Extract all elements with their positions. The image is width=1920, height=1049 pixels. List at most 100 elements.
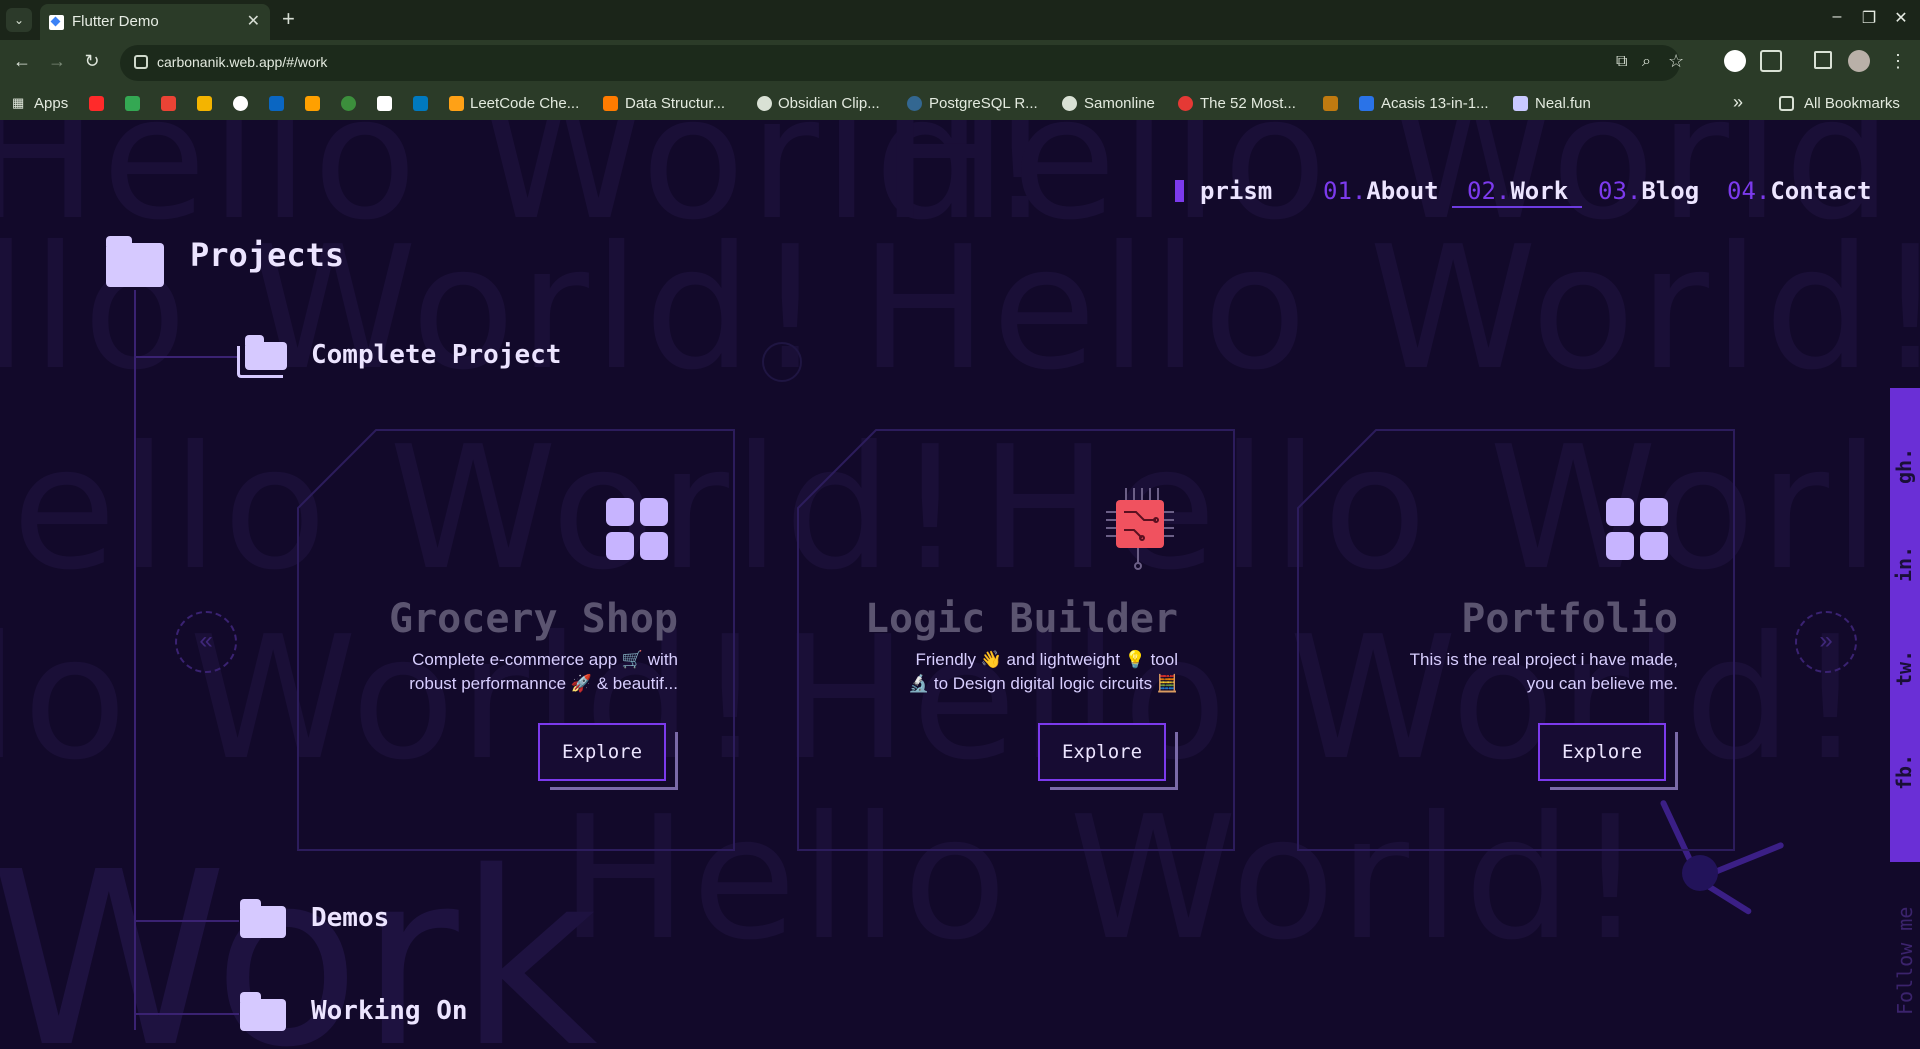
zoom-icon[interactable]: ⌕ bbox=[1642, 53, 1651, 71]
back-button[interactable]: ← bbox=[10, 51, 34, 72]
tab-close-icon[interactable]: ✕ bbox=[247, 11, 260, 31]
open-in-app-icon[interactable]: ⧉ bbox=[1616, 53, 1627, 71]
tree-item-complete-project[interactable]: Complete Project bbox=[311, 340, 561, 370]
tab-strip: ⌄ Flutter Demo ✕ + – ❐ ✕ bbox=[0, 0, 1920, 40]
url-text[interactable]: carbonanik.web.app/#/work bbox=[157, 54, 327, 70]
leetcode-crown-icon bbox=[449, 96, 464, 111]
nav-number: 02. bbox=[1467, 177, 1511, 205]
notion-icon[interactable] bbox=[377, 96, 392, 111]
side-panel-icon[interactable] bbox=[1814, 51, 1832, 69]
address-bar[interactable]: carbonanik.web.app/#/work ⧉ ⌕ ☆ bbox=[120, 45, 1684, 81]
card-description-line: robust performannce 🚀 & beautif... bbox=[409, 674, 678, 693]
github-icon[interactable] bbox=[233, 96, 248, 111]
all-bookmarks-button[interactable]: All Bookmarks bbox=[1804, 95, 1900, 112]
card-description-line: This is the real project i have made, bbox=[1409, 650, 1678, 669]
card-description-line: Complete e-commerce app 🛒 with bbox=[412, 650, 678, 669]
social-link-facebook[interactable]: fb. bbox=[1890, 750, 1920, 800]
project-card[interactable]: Portfolio This is the real project i hav… bbox=[1296, 428, 1736, 852]
card-description-line: Friendly 👋 and lightweight 💡 tool bbox=[915, 650, 1178, 669]
card-title: Grocery Shop bbox=[389, 596, 678, 642]
project-card[interactable]: Grocery Shop Complete e-commerce app 🛒 w… bbox=[296, 428, 736, 852]
nav-number: 01. bbox=[1323, 177, 1367, 205]
grid-icon bbox=[1606, 498, 1668, 560]
trello-icon[interactable] bbox=[413, 96, 428, 111]
project-card[interactable]: Logic Builder Friendly 👋 and lightweight… bbox=[796, 428, 1236, 852]
more-bookmarks-button[interactable]: » bbox=[1733, 92, 1743, 113]
social-link-label: fb. bbox=[1892, 753, 1916, 790]
explore-button[interactable]: Explore bbox=[538, 723, 666, 781]
nav-label: Blog bbox=[1641, 177, 1700, 205]
nav-label: About bbox=[1366, 177, 1439, 205]
tree-item-working-on[interactable]: Working On bbox=[311, 996, 468, 1026]
orange-box-icon[interactable] bbox=[1323, 96, 1338, 111]
acasis-icon bbox=[1359, 96, 1374, 111]
globe-icon bbox=[757, 96, 772, 111]
reload-button[interactable]: ↻ bbox=[80, 51, 104, 72]
menu-kebab-icon[interactable]: ⋮ bbox=[1886, 51, 1910, 72]
nav-label: Contact bbox=[1770, 177, 1872, 205]
browser-chrome: ⌄ Flutter Demo ✕ + – ❐ ✕ ← → ↻ carbonani… bbox=[0, 0, 1920, 120]
tree-item-demos[interactable]: Demos bbox=[311, 903, 389, 933]
explore-button[interactable]: Explore bbox=[1038, 723, 1166, 781]
bookmark-postgresql[interactable]: PostgreSQL R... bbox=[929, 95, 1038, 112]
background-work-word: Work bbox=[0, 820, 598, 1049]
folder-icon bbox=[240, 992, 286, 1031]
bookmark-apps[interactable]: Apps bbox=[34, 95, 68, 112]
green-leaf-icon[interactable] bbox=[341, 96, 356, 111]
social-link-linkedin[interactable]: in. bbox=[1890, 542, 1920, 592]
nav-work[interactable]: 02.Work bbox=[1467, 177, 1568, 205]
card-description-line: you can believe me. bbox=[1526, 674, 1678, 693]
nav-about[interactable]: 01.About bbox=[1323, 177, 1439, 205]
social-link-twitter[interactable]: tw. bbox=[1890, 646, 1920, 696]
social-link-github[interactable]: gh. bbox=[1890, 444, 1920, 494]
tree-line bbox=[134, 290, 136, 1030]
drive-icon[interactable] bbox=[125, 96, 140, 111]
new-tab-button[interactable]: + bbox=[282, 6, 295, 32]
nav-number: 03. bbox=[1598, 177, 1642, 205]
brand-logo[interactable]: prism bbox=[1200, 177, 1272, 205]
site-info-icon[interactable] bbox=[134, 55, 148, 69]
profile-avatar[interactable] bbox=[1848, 50, 1870, 72]
card-description-line: 🔬 to Design digital logic circuits 🧮 bbox=[907, 674, 1178, 693]
bookmark-yellow-icon[interactable] bbox=[197, 96, 212, 111]
page-content: Hello World! Hello World! Hello World! H… bbox=[0, 120, 1920, 1049]
youtube-icon[interactable] bbox=[89, 96, 104, 111]
maximize-button[interactable]: ❐ bbox=[1854, 8, 1884, 28]
browser-tab[interactable]: Flutter Demo ✕ bbox=[40, 4, 270, 40]
tree-branch bbox=[135, 356, 239, 358]
tomato-icon bbox=[1178, 96, 1193, 111]
brand-bar bbox=[1175, 180, 1184, 202]
social-link-label: tw. bbox=[1892, 649, 1916, 686]
nav-contact[interactable]: 04.Contact bbox=[1727, 177, 1872, 205]
linkedin-icon[interactable] bbox=[269, 96, 284, 111]
bookmark-obsidian[interactable]: Obsidian Clip... bbox=[778, 95, 880, 112]
carousel-next-button[interactable]: » bbox=[1795, 611, 1857, 673]
tab-search-button[interactable]: ⌄ bbox=[6, 8, 32, 32]
extensions-puzzle-icon[interactable] bbox=[1760, 50, 1782, 72]
nav-blog[interactable]: 03.Blog bbox=[1598, 177, 1699, 205]
bookmark-data-structures[interactable]: Data Structur... bbox=[625, 95, 725, 112]
card-description: Complete e-commerce app 🛒 with robust pe… bbox=[318, 648, 678, 696]
bookmark-acasis[interactable]: Acasis 13-in-1... bbox=[1381, 95, 1489, 112]
follow-me-label: Follow me bbox=[1893, 906, 1917, 1015]
bookmark-leetcode[interactable]: LeetCode Che... bbox=[470, 95, 579, 112]
background-watermark: Hello World! bbox=[860, 210, 1920, 408]
extension-wave-icon[interactable] bbox=[1724, 50, 1746, 72]
decorative-dot bbox=[1682, 855, 1718, 891]
folder-icon bbox=[106, 236, 164, 287]
forward-button[interactable]: → bbox=[45, 51, 69, 72]
social-sidebar: gh. in. tw. fb. bbox=[1890, 388, 1920, 862]
bookmark-star-icon[interactable]: ☆ bbox=[1668, 51, 1684, 72]
carousel-prev-button[interactable]: « bbox=[175, 611, 237, 673]
explore-button[interactable]: Explore bbox=[1538, 723, 1666, 781]
gmail-icon[interactable] bbox=[161, 96, 176, 111]
bookmark-the-52-most[interactable]: The 52 Most... bbox=[1200, 95, 1296, 112]
folders-stack-icon[interactable] bbox=[237, 335, 289, 378]
minimize-button[interactable]: – bbox=[1822, 8, 1852, 26]
bookmark-samonline[interactable]: Samonline bbox=[1084, 95, 1155, 112]
bookmark-neal-fun[interactable]: Neal.fun bbox=[1535, 95, 1591, 112]
tab-title: Flutter Demo bbox=[72, 13, 159, 30]
social-link-label: gh. bbox=[1892, 447, 1916, 484]
close-window-button[interactable]: ✕ bbox=[1886, 8, 1916, 28]
firebase-icon[interactable] bbox=[305, 96, 320, 111]
